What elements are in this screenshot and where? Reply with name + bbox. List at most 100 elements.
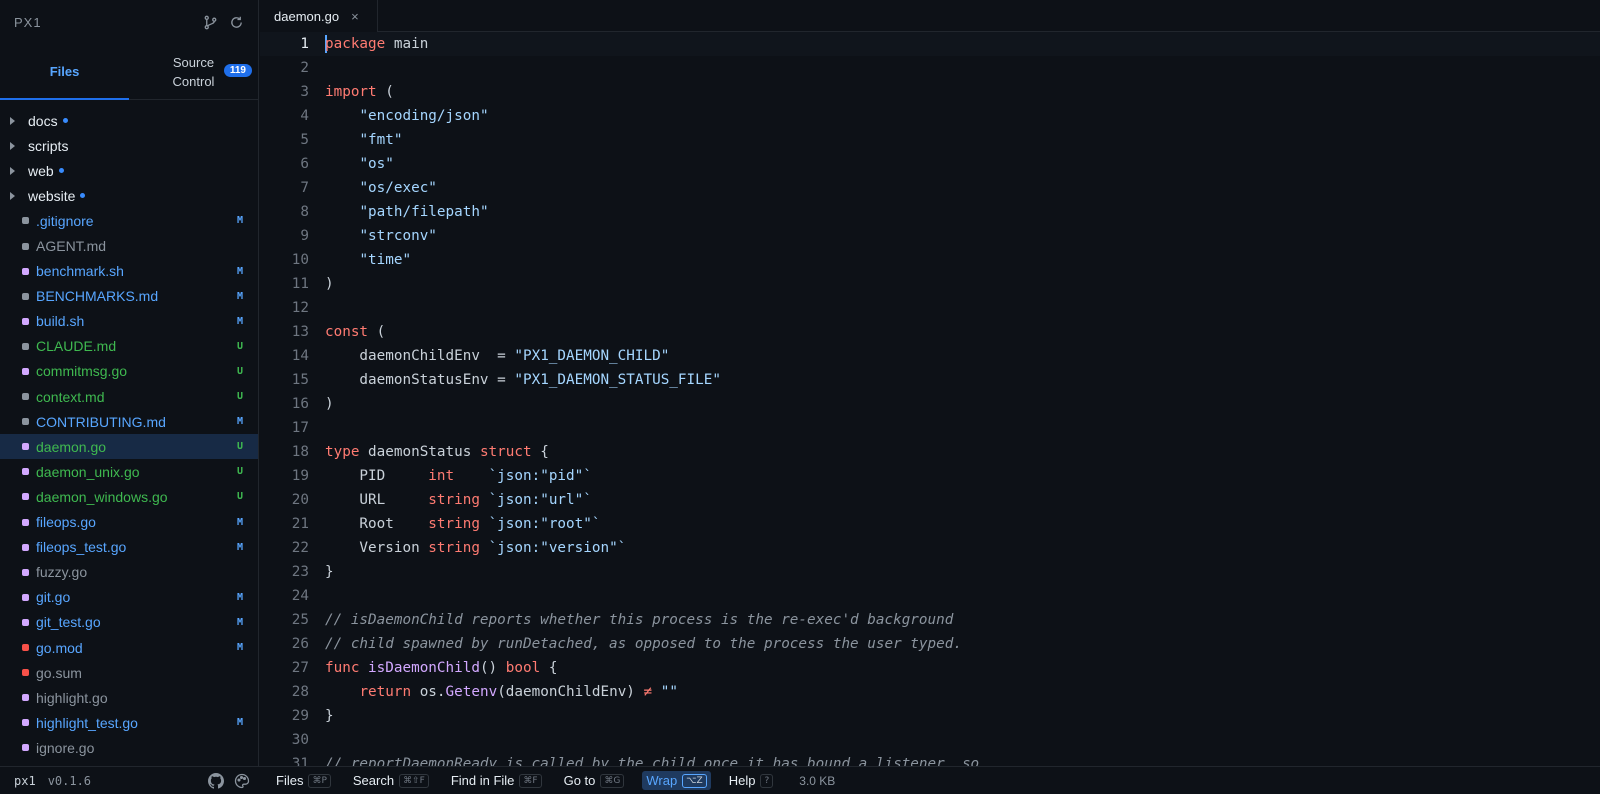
code-line: 19 PID int `json:"pid"`: [260, 464, 1600, 488]
github-icon[interactable]: [208, 772, 224, 789]
command-label: Wrap: [646, 773, 678, 788]
file-item[interactable]: .gitignore M: [0, 208, 258, 233]
file-type-icon: [22, 242, 29, 250]
line-number: 4: [300, 108, 309, 124]
code-text: // reportDaemonReady is called by the ch…: [309, 752, 979, 766]
file-item[interactable]: build.sh M: [0, 309, 258, 334]
line-number: 15: [291, 372, 309, 388]
command-files[interactable]: Files ⌘P: [272, 771, 335, 790]
git-status-badge: U: [236, 491, 243, 503]
code-token: PID: [325, 468, 429, 484]
line-number: 20: [291, 492, 309, 508]
file-item[interactable]: git.go M: [0, 585, 258, 610]
file-item[interactable]: daemon_unix.go U: [0, 459, 258, 484]
file-item[interactable]: AGENT.md: [0, 233, 258, 258]
palette-icon[interactable]: [234, 773, 250, 789]
folder-item[interactable]: docs: [0, 108, 258, 133]
code-token: Root: [325, 516, 429, 532]
editor-tab-daemon-go[interactable]: daemon.go ×: [260, 0, 378, 32]
code-line: 13 const (: [260, 320, 1600, 344]
code-editor[interactable]: 1 package main 2 3 import (4 "encoding/json"…: [260, 32, 1600, 766]
code-line: 30: [260, 728, 1600, 752]
file-item[interactable]: daemon_windows.go U: [0, 484, 258, 509]
line-number: 27: [291, 660, 309, 676]
file-type-icon: [22, 393, 29, 401]
file-item[interactable]: daemon.go U: [0, 434, 258, 460]
file-item[interactable]: benchmark.sh M: [0, 259, 258, 284]
chevron-right-icon[interactable]: [10, 116, 15, 125]
file-name: git_test.go: [36, 614, 101, 631]
editor-tab-bar: daemon.go ×: [260, 0, 1600, 32]
file-item[interactable]: context.md U: [0, 384, 258, 409]
file-item[interactable]: git_test.go M: [0, 610, 258, 635]
command-help[interactable]: Help?: [725, 771, 778, 790]
code-line: 31 // reportDaemonReady is called by the …: [260, 752, 1600, 766]
code-token: "fmt": [359, 132, 403, 148]
close-icon[interactable]: ×: [351, 9, 359, 24]
git-status-badge: M: [236, 541, 243, 553]
chevron-right-icon[interactable]: [10, 166, 15, 175]
file-item[interactable]: fileops.go M: [0, 510, 258, 535]
command-label: Help: [728, 773, 756, 788]
file-item[interactable]: go.sum: [0, 660, 258, 685]
file-item[interactable]: fuzzy.go: [0, 560, 258, 585]
file-name: commitmsg.go: [36, 363, 128, 380]
file-item[interactable]: highlight.go: [0, 685, 258, 710]
git-status-badge: M: [236, 265, 243, 277]
code-text: import (: [309, 80, 394, 104]
modified-dot-icon: [58, 168, 64, 174]
file-item[interactable]: CONTRIBUTING.md M: [0, 409, 258, 434]
file-name: benchmark.sh: [36, 263, 124, 280]
file-item[interactable]: go.mod M: [0, 635, 258, 660]
code-token: string: [428, 516, 480, 532]
code-line: 17: [260, 416, 1600, 440]
chevron-right-icon[interactable]: [10, 141, 15, 150]
folder-item[interactable]: web: [0, 158, 258, 183]
file-item[interactable]: fileops_test.go M: [0, 535, 258, 560]
line-number: 30: [291, 732, 309, 748]
file-type-icon: [22, 317, 29, 325]
file-type-icon: [22, 418, 29, 426]
command-wrap[interactable]: Wrap ⌥Z: [642, 771, 711, 790]
command-find-in-file[interactable]: Find in File ⌘F: [447, 771, 546, 790]
code-line: 5 "fmt": [260, 128, 1600, 152]
command-go-to[interactable]: Go to ⌘G: [560, 771, 629, 790]
tab-source-control[interactable]: Source Control 119: [129, 44, 258, 99]
git-branch-icon[interactable]: [202, 14, 218, 30]
file-item[interactable]: CLAUDE.md U: [0, 334, 258, 359]
command-label: Search: [352, 773, 395, 788]
git-status-badge: M: [236, 215, 243, 227]
code-token: type: [325, 444, 360, 460]
code-token: // isDaemonChild reports whether this pr…: [325, 612, 954, 628]
code-line: 2: [260, 56, 1600, 80]
file-item[interactable]: ignore.go: [0, 735, 258, 760]
code-line: 9 "strconv": [260, 224, 1600, 248]
code-token: "PX1_DAEMON_STATUS_FILE": [514, 372, 721, 388]
command-search[interactable]: Search ⌘⇧F: [349, 771, 433, 790]
file-name: CLAUDE.md: [36, 338, 117, 355]
line-number: 13: [291, 324, 309, 340]
tab-files[interactable]: Files: [0, 44, 129, 100]
file-type-icon: [22, 543, 29, 551]
refresh-icon[interactable]: [228, 14, 244, 30]
file-item[interactable]: commitmsg.go U: [0, 359, 258, 384]
line-number: 18: [291, 444, 309, 460]
chevron-right-icon[interactable]: [10, 191, 15, 200]
file-item[interactable]: BENCHMARKS.md M: [0, 284, 258, 309]
file-name: fileops.go: [36, 514, 96, 531]
file-type-icon: [22, 443, 29, 451]
code-line: 24: [260, 584, 1600, 608]
folder-name: website: [28, 187, 76, 204]
shortcut-key: ⌘F: [519, 773, 542, 788]
file-item[interactable]: highlight_test.go M: [0, 710, 258, 735]
code-token: "PX1_DAEMON_CHILD": [514, 348, 670, 364]
line-number: 12: [291, 300, 309, 316]
folder-item[interactable]: website: [0, 183, 258, 208]
folder-item[interactable]: scripts: [0, 133, 258, 158]
